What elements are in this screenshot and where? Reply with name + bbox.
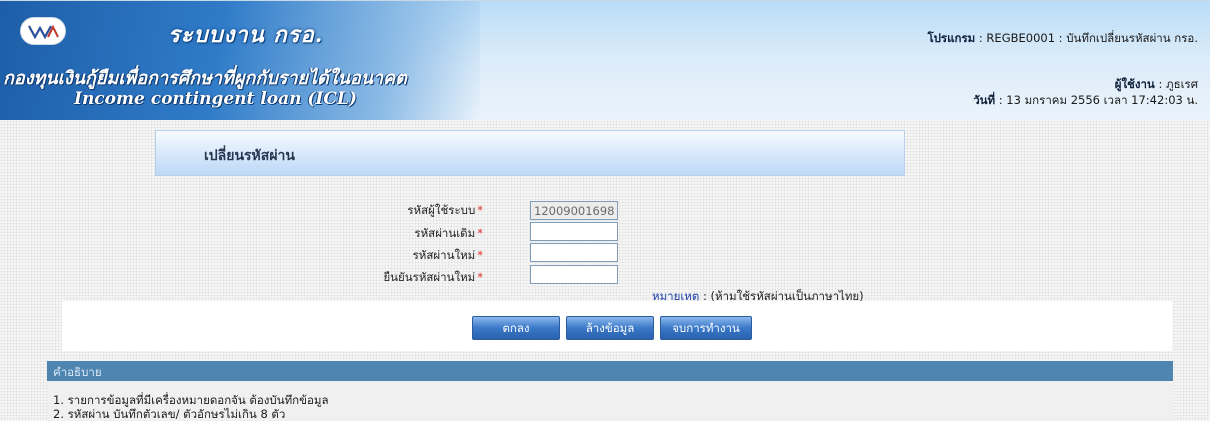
required-mark: *: [477, 226, 483, 240]
system-title: ระบบงาน กรอ.: [168, 22, 324, 48]
user-value: : ภูธเรศ: [1158, 77, 1198, 91]
old-password-label: รหัสผ่านเดิม *: [414, 225, 483, 243]
exit-button[interactable]: จบการทำงาน: [660, 316, 752, 340]
program-info: โปรแกรม : REGBE0001 : บันทึกเปลี่ยนรหัสผ…: [927, 30, 1198, 48]
old-password-label-text: รหัสผ่านเดิม: [414, 226, 476, 240]
new-password-label: รหัสผ่านใหม่ *: [413, 247, 483, 265]
user-label: ผู้ใช้งาน: [1114, 77, 1155, 91]
required-mark: *: [477, 270, 483, 284]
program-label: โปรแกรม: [927, 31, 976, 45]
date-label: วันที่: [973, 93, 996, 107]
description-title: คำอธิบาย: [53, 365, 102, 379]
username-label: รหัสผู้ใช้ระบบ *: [407, 202, 483, 220]
confirm-password-label-text: ยืนยันรหัสผ่านใหม่: [383, 270, 476, 284]
org-name-th: กองทุนเงินกู้ยืมเพื่อการศึกษาที่ผูกกับรา…: [3, 68, 407, 89]
confirm-password-field[interactable]: [530, 265, 618, 284]
program-value: : REGBE0001 : บันทึกเปลี่ยนรหัสผ่าน กรอ.: [978, 31, 1198, 45]
description-line: 2. รหัสผ่าน บันทึกตัวเลข/ ตัวอักษรไม่เกิ…: [53, 407, 286, 421]
org-name-en: Income contingent loan (ICL): [74, 89, 357, 109]
description-body: 1. รายการข้อมูลที่มีเครื่องหมายดอกจัน ต้…: [47, 381, 1173, 421]
form-title-bar: เปลี่ยนรหัสผ่าน: [155, 130, 905, 176]
clear-button[interactable]: ล้างข้อมูล: [566, 316, 654, 340]
required-mark: *: [477, 203, 483, 217]
date-value: : 13 มกราคม 2556 เวลา 17:42:03 น.: [998, 93, 1198, 107]
page-title: เปลี่ยนรหัสผ่าน: [204, 148, 295, 164]
page-header: ระบบงาน กรอ. กองทุนเงินกู้ยืมเพื่อการศึก…: [0, 0, 1210, 121]
new-password-field[interactable]: [530, 243, 618, 262]
description-header: คำอธิบาย: [47, 361, 1173, 381]
confirm-password-label: ยืนยันรหัสผ่านใหม่ *: [383, 269, 483, 287]
username-label-text: รหัสผู้ใช้ระบบ: [407, 203, 476, 217]
date-info: วันที่ : 13 มกราคม 2556 เวลา 17:42:03 น.: [973, 92, 1198, 110]
username-field[interactable]: [530, 201, 618, 220]
ok-button[interactable]: ตกลง: [472, 316, 560, 340]
new-password-label-text: รหัสผ่านใหม่: [412, 248, 476, 262]
awa-logo-icon: [20, 17, 66, 45]
required-mark: *: [477, 248, 483, 262]
old-password-field[interactable]: [530, 222, 618, 241]
